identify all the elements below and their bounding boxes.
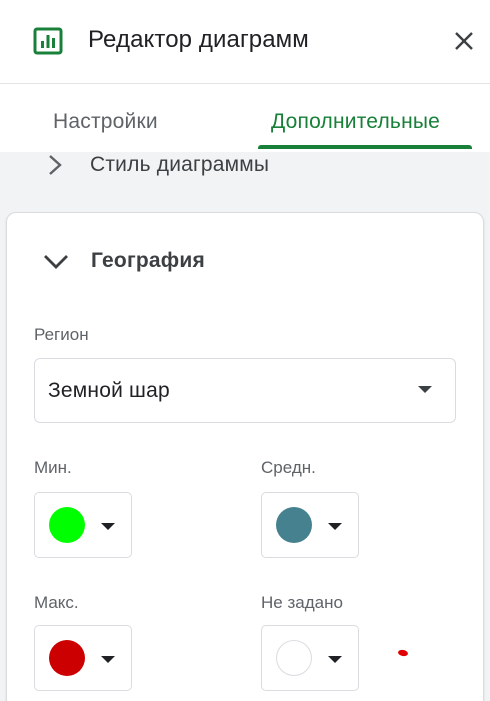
chart-style-label: Стиль диаграммы	[90, 153, 270, 176]
region-value: Земной шар	[48, 379, 170, 402]
geography-section-header[interactable]: География	[7, 213, 483, 303]
dropdown-arrow-icon	[328, 656, 342, 663]
close-button[interactable]	[448, 24, 480, 58]
min-color-label: Мин.	[34, 458, 72, 477]
editor-tabs: Настройки Дополнительные	[0, 84, 490, 152]
max-color-label: Макс.	[34, 593, 79, 612]
tab-settings[interactable]: Настройки	[53, 110, 158, 134]
active-tab-indicator	[258, 145, 472, 149]
max-color-picker[interactable]	[34, 625, 132, 691]
min-color-swatch	[49, 507, 85, 543]
max-color-swatch	[49, 640, 85, 676]
dropdown-arrow-icon	[328, 523, 342, 530]
chevron-down-icon	[44, 255, 68, 269]
chart-icon	[33, 27, 63, 55]
no-value-color-label: Не задано	[261, 593, 343, 612]
close-icon	[455, 32, 473, 50]
mid-color-swatch	[276, 507, 312, 543]
dropdown-arrow-icon	[101, 523, 115, 530]
chevron-right-icon	[49, 155, 62, 175]
dropdown-arrow-icon	[101, 656, 115, 663]
no-value-color-swatch	[276, 640, 312, 676]
mid-color-label: Средн.	[261, 458, 316, 477]
region-select[interactable]: Земной шар	[34, 358, 456, 423]
geography-card: География Регион Земной шар Мин. Средн. …	[6, 212, 484, 701]
min-color-picker[interactable]	[34, 492, 132, 558]
geography-label: География	[91, 249, 205, 272]
editor-header: Редактор диаграмм	[0, 0, 490, 84]
editor-title: Редактор диаграмм	[88, 26, 309, 53]
dropdown-arrow-icon	[418, 386, 432, 393]
tab-advanced[interactable]: Дополнительные	[271, 110, 440, 134]
settings-panel: Стиль диаграммы География Регион Земной …	[0, 152, 490, 701]
no-value-color-picker[interactable]	[261, 625, 359, 691]
chart-style-section[interactable]: Стиль диаграммы	[0, 152, 490, 204]
mid-color-picker[interactable]	[261, 492, 359, 558]
region-label: Регион	[34, 325, 89, 344]
